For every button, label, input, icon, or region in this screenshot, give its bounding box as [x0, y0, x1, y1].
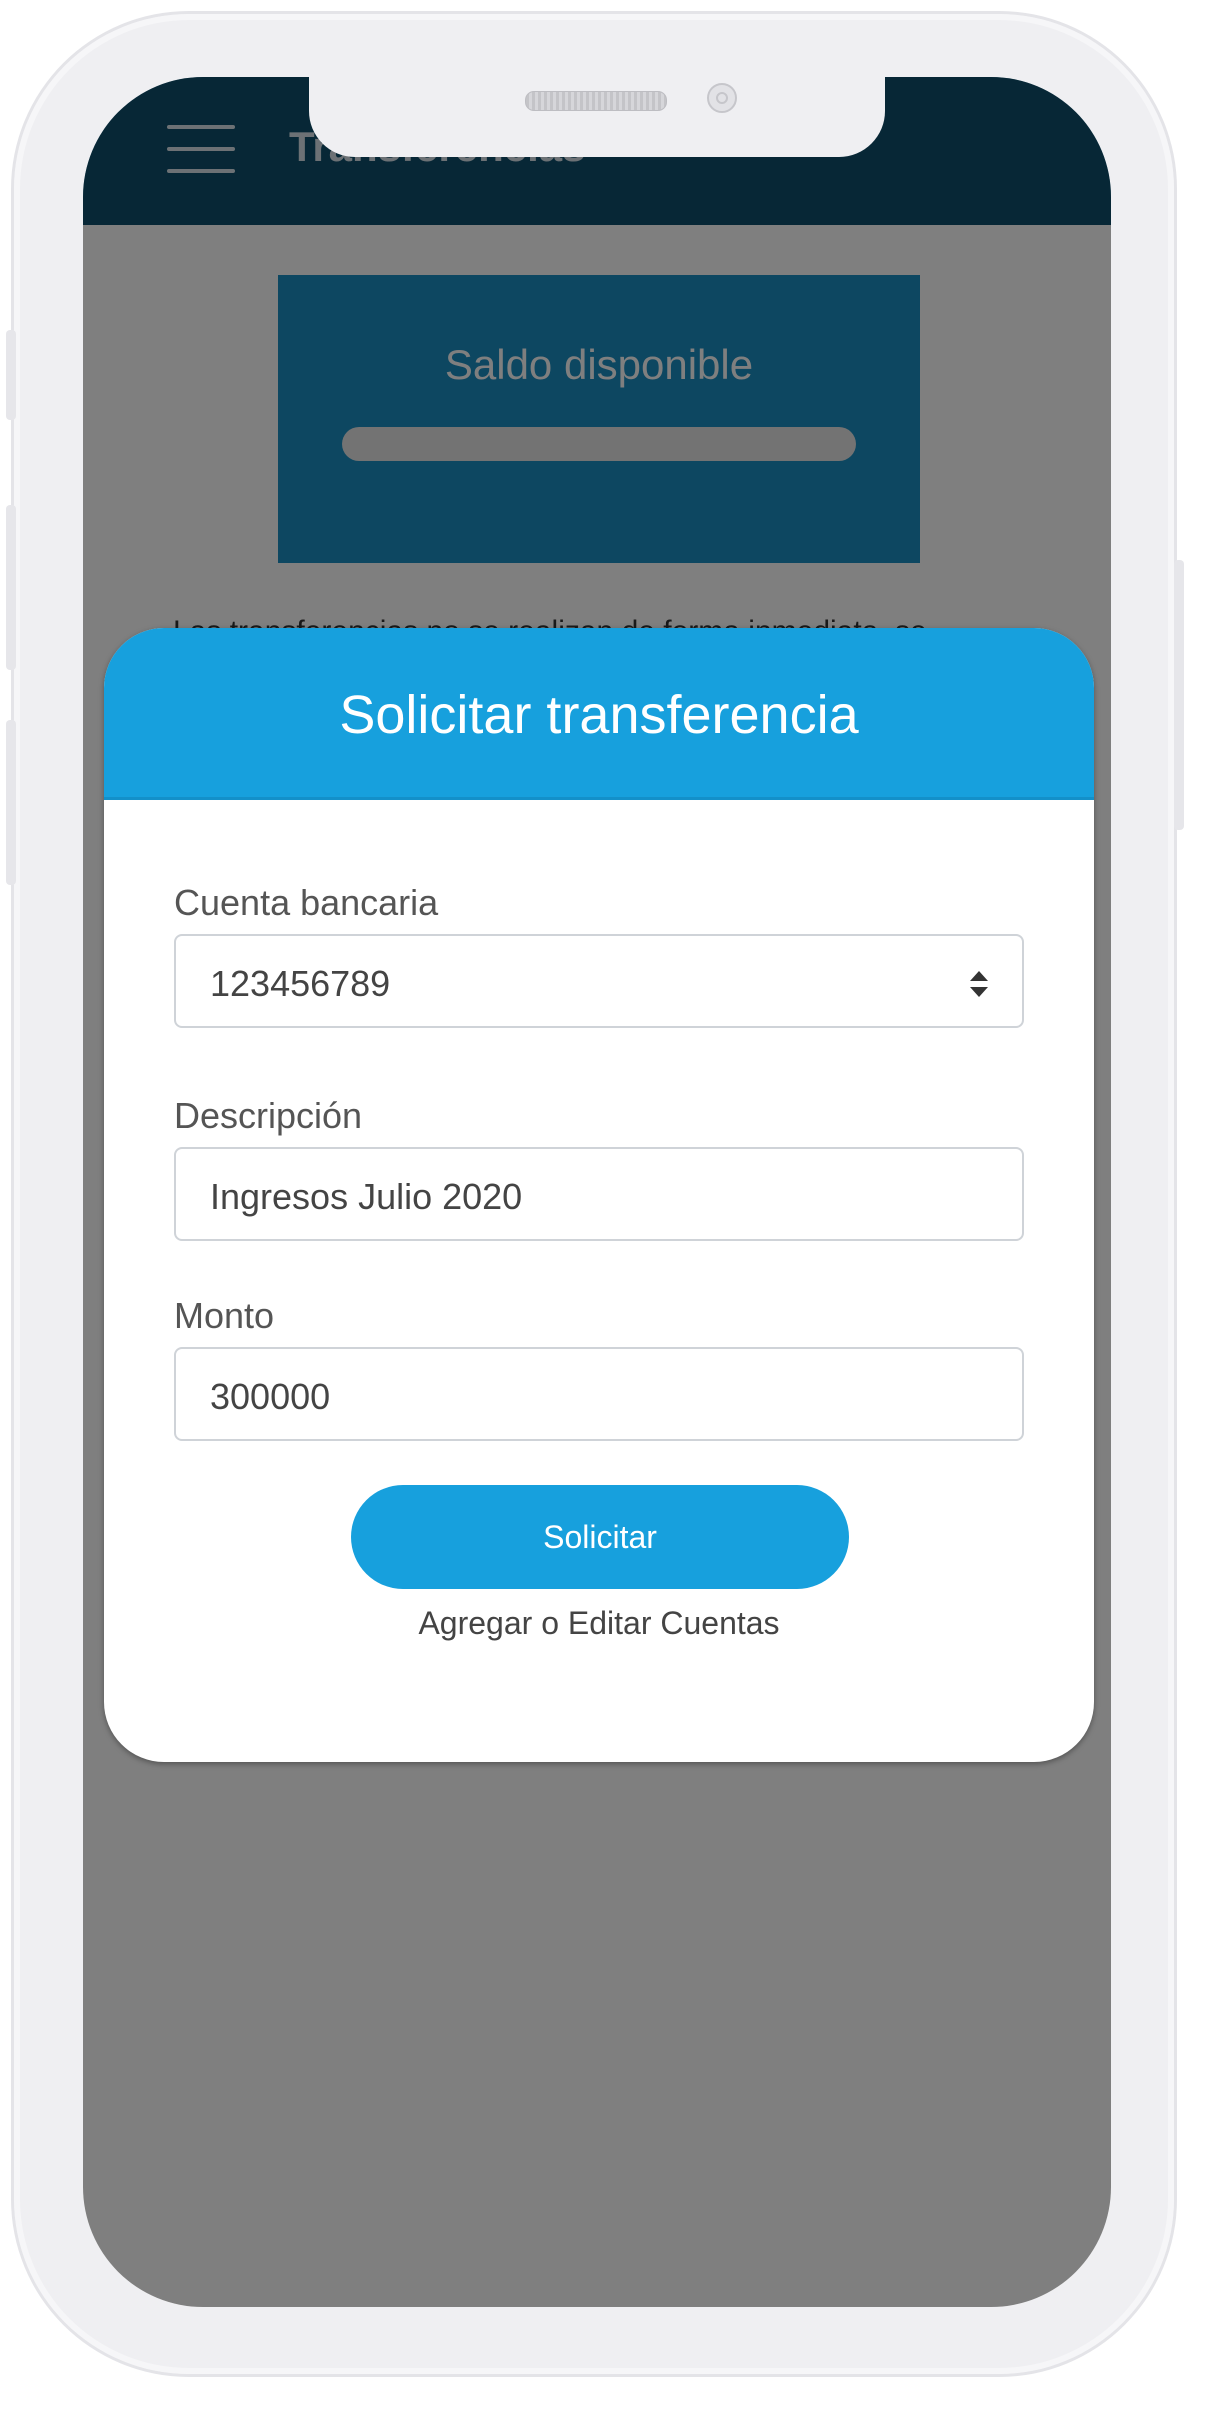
amount-value: 300000 [210, 1376, 331, 1417]
bank-account-label: Cuenta bancaria [174, 882, 439, 923]
phone-screen: Transferencias Saldo disponible Las tran… [83, 77, 1111, 2307]
transfer-modal: Solicitar transferencia Cuenta bancaria … [104, 628, 1094, 1762]
bank-account-select[interactable]: 123456789 [174, 934, 1024, 1028]
edit-accounts-link[interactable]: Agregar o Editar Cuentas [104, 1605, 1094, 1642]
phone-side-button [1174, 560, 1184, 830]
description-input[interactable]: Ingresos Julio 2020 [174, 1147, 1024, 1241]
camera-icon [707, 83, 737, 113]
solicitar-button[interactable]: Solicitar [351, 1485, 849, 1589]
amount-label: Monto [174, 1295, 275, 1336]
phone-mockup: Transferencias Saldo disponible Las tran… [0, 0, 1212, 2413]
description-label: Descripción [174, 1095, 363, 1136]
description-value: Ingresos Julio 2020 [210, 1176, 523, 1217]
modal-title: Solicitar transferencia [339, 685, 859, 745]
bank-account-value: 123456789 [210, 963, 391, 1004]
phone-side-button [6, 330, 16, 420]
phone-side-button [6, 720, 16, 885]
phone-notch [309, 77, 885, 157]
phone-side-button [6, 505, 16, 670]
modal-header: Solicitar transferencia [104, 628, 1094, 800]
speaker-icon [525, 91, 667, 111]
select-arrows-icon [970, 971, 988, 997]
amount-input[interactable]: 300000 [174, 1347, 1024, 1441]
